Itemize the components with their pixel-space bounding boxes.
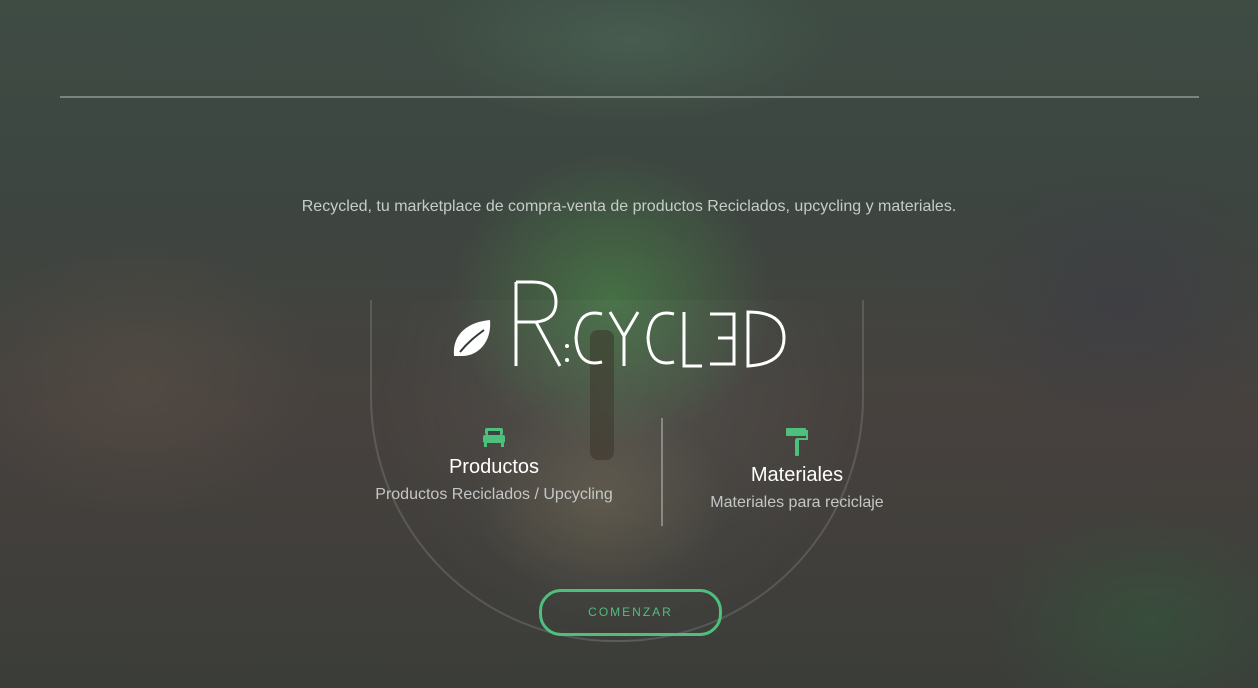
feature-productos[interactable]: Productos Productos Reciclados / Upcycli…: [344, 426, 644, 504]
hero-tagline: Recycled, tu marketplace de compra-venta…: [301, 198, 957, 215]
bed-icon: [483, 428, 505, 447]
feature-subtitle: Productos Reciclados / Upcycling: [375, 486, 613, 503]
feature-title: Materiales: [750, 464, 844, 486]
comenzar-button[interactable]: COMENZAR: [539, 589, 722, 636]
paint-roller-icon: [786, 428, 808, 456]
feature-materiales[interactable]: Materiales Materiales para reciclaje: [647, 426, 947, 512]
header-divider: [60, 96, 1199, 98]
feature-title: Productos: [448, 456, 540, 478]
recycled-logo: [453, 280, 786, 368]
feature-subtitle: Materiales para reciclaje: [710, 494, 884, 511]
leaf-icon: [453, 320, 491, 356]
